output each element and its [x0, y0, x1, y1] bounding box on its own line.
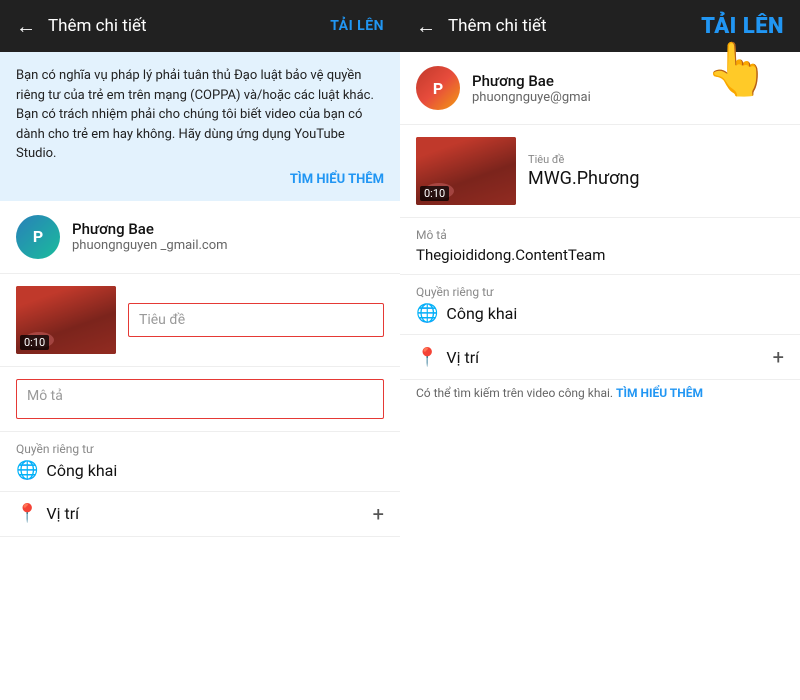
right-user-email: phuongnguye@gmai	[472, 90, 591, 105]
right-description-label: Mô tả	[416, 228, 784, 242]
left-user-email: phuongnguyen _gmail.com	[72, 238, 228, 253]
left-video-duration: 0:10	[20, 335, 49, 350]
right-video-duration: 0:10	[420, 186, 449, 201]
legal-notice: Bạn có nghĩa vụ pháp lý phải tuân thủ Đạ…	[0, 52, 400, 201]
right-video-thumbnail: 0:10	[416, 137, 516, 205]
right-avatar-image: P	[416, 66, 460, 110]
left-title: Thêm chi tiết	[48, 16, 330, 36]
legal-text: Bạn có nghĩa vụ pháp lý phải tuân thủ Đạ…	[16, 66, 384, 164]
right-location-plus[interactable]: +	[773, 345, 784, 369]
left-location-plus[interactable]: +	[373, 502, 384, 526]
left-title-wrapper: Tiêu đề	[128, 303, 384, 337]
right-user-info: Phương Bae phuongnguye@gmai	[472, 72, 591, 105]
left-upload-button[interactable]: TẢI LÊN	[330, 18, 384, 34]
left-location-text: Vị trí	[46, 504, 372, 523]
right-upload-button[interactable]: TẢI LÊN	[701, 14, 784, 39]
left-avatar: P	[16, 215, 60, 259]
left-privacy-label: Quyền riêng tư	[16, 442, 384, 456]
left-privacy-text: Công khai	[46, 461, 117, 480]
left-avatar-image: P	[16, 215, 60, 259]
right-privacy-section: Quyền riêng tư 🌐 Công khai	[400, 275, 800, 335]
left-video-title-row: 0:10 Tiêu đề	[0, 274, 400, 367]
left-privacy-section: Quyền riêng tư 🌐 Công khai	[0, 432, 400, 492]
right-video-with-info: 0:10 Tiêu đề MWG.Phương	[416, 137, 784, 205]
right-location-row[interactable]: 📍 Vị trí +	[400, 335, 800, 380]
right-title: Thêm chi tiết	[448, 16, 701, 36]
left-user-name: Phương Bae	[72, 220, 228, 238]
right-title-label: Tiêu đề	[528, 153, 639, 166]
right-location-text: Vị trí	[446, 348, 772, 367]
right-title-value[interactable]: MWG.Phương	[528, 168, 639, 189]
left-globe-icon: 🌐	[16, 460, 38, 481]
left-location-row[interactable]: 📍 Vị trí +	[0, 492, 400, 537]
right-location-icon: 📍	[416, 347, 438, 368]
left-panel: ← Thêm chi tiết TẢI LÊN Bạn có nghĩa vụ …	[0, 0, 400, 700]
left-header: ← Thêm chi tiết TẢI LÊN	[0, 0, 400, 52]
left-back-button[interactable]: ←	[16, 14, 36, 39]
right-privacy-label: Quyền riêng tư	[416, 285, 784, 299]
right-privacy-value[interactable]: 🌐 Công khai	[416, 303, 784, 324]
right-video-title-row: 0:10 Tiêu đề MWG.Phương	[400, 125, 800, 218]
left-content: Bạn có nghĩa vụ pháp lý phải tuân thủ Đạ…	[0, 52, 400, 700]
right-email-domain: @gmai	[550, 90, 591, 105]
left-description-section: Mô tả	[0, 367, 400, 432]
right-content: P Phương Bae phuongnguye@gmai 0:10 Tiêu …	[400, 52, 800, 700]
right-globe-icon: 🌐	[416, 303, 438, 324]
left-location-icon: 📍	[16, 503, 38, 524]
left-privacy-value[interactable]: 🌐 Công khai	[16, 460, 384, 481]
left-learn-more-link[interactable]: TÌM HIỂU THÊM	[16, 172, 384, 187]
left-user-info: Phương Bae phuongnguyen _gmail.com	[72, 220, 228, 253]
left-video-thumbnail: 0:10	[16, 286, 116, 354]
right-avatar: P	[416, 66, 460, 110]
right-location-note: Có thể tìm kiếm trên video công khai. TÌ…	[400, 380, 800, 404]
right-title-area: Tiêu đề MWG.Phương	[528, 153, 639, 189]
right-back-button[interactable]: ←	[416, 14, 436, 39]
left-title-input[interactable]: Tiêu đề	[128, 303, 384, 337]
right-privacy-text: Công khai	[446, 304, 517, 323]
left-user-row: P Phương Bae phuongnguyen _gmail.com	[0, 201, 400, 274]
right-location-learn-more[interactable]: TÌM HIỂU THÊM	[616, 386, 703, 400]
left-description-input[interactable]: Mô tả	[16, 379, 384, 419]
right-panel: 👆 ← Thêm chi tiết TẢI LÊN P Phương Bae p…	[400, 0, 800, 700]
right-description-section: Mô tả Thegioididong.ContentTeam	[400, 218, 800, 275]
right-header: ← Thêm chi tiết TẢI LÊN	[400, 0, 800, 52]
right-user-row: P Phương Bae phuongnguye@gmai	[400, 52, 800, 125]
right-email-partial: phuongnguye	[472, 90, 550, 105]
right-description-value[interactable]: Thegioididong.ContentTeam	[416, 246, 784, 264]
right-location-note-text: Có thể tìm kiếm trên video công khai.	[416, 386, 613, 400]
right-user-name: Phương Bae	[472, 72, 591, 90]
